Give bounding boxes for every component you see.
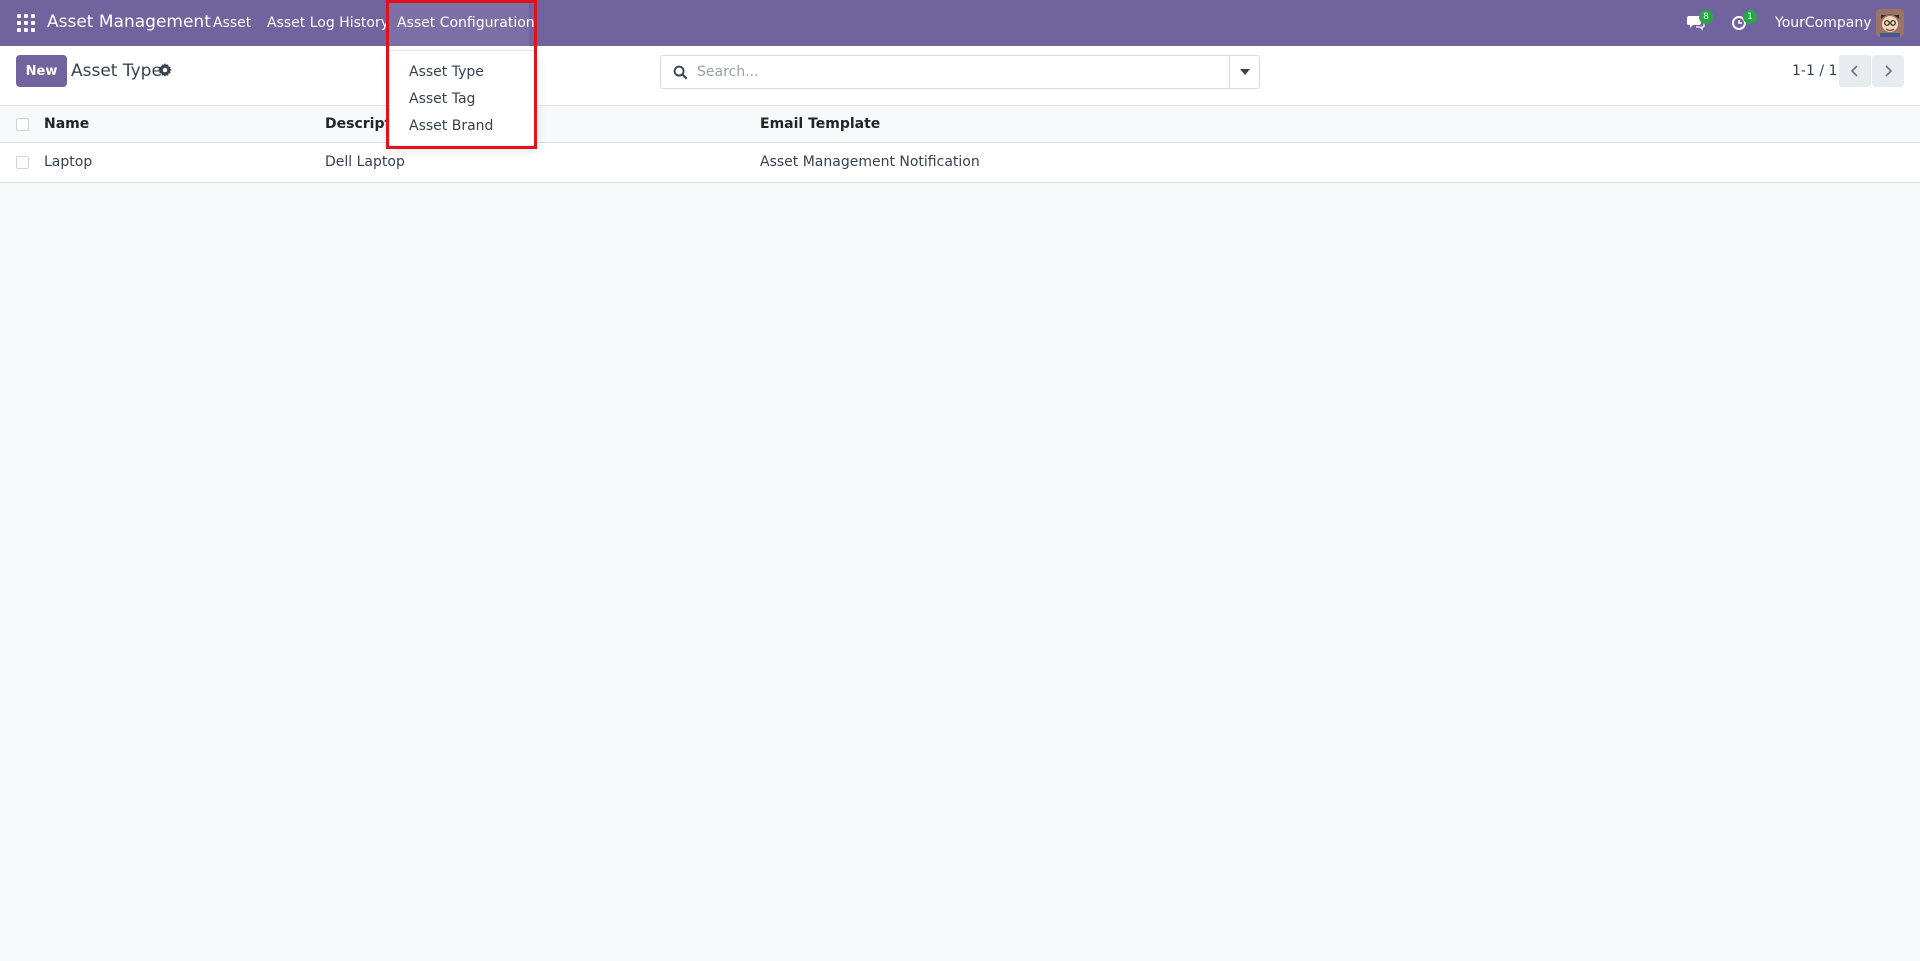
search-bar xyxy=(660,55,1260,89)
highlight-annotation xyxy=(386,0,537,149)
activities-badge: 1 xyxy=(1743,10,1757,24)
select-all-checkbox[interactable] xyxy=(16,118,29,131)
gear-icon[interactable] xyxy=(158,63,172,77)
control-panel: New Asset Type 1-1 / 1 xyxy=(0,46,1920,106)
menu-asset[interactable]: Asset xyxy=(213,15,251,31)
cell-name: Laptop xyxy=(44,154,93,170)
cell-description: Dell Laptop xyxy=(325,154,405,170)
table-row[interactable]: Laptop Dell Laptop Asset Management Noti… xyxy=(0,143,1920,183)
top-navbar: Asset Management Asset Asset Log History… xyxy=(0,0,1920,46)
avatar-image xyxy=(1876,9,1904,37)
apps-grid-icon[interactable] xyxy=(17,14,35,32)
search-options-toggle[interactable] xyxy=(1229,56,1259,88)
new-button[interactable]: New xyxy=(16,55,67,87)
column-header-email-template[interactable]: Email Template xyxy=(760,116,880,132)
pager-next-button[interactable] xyxy=(1872,55,1904,87)
app-title[interactable]: Asset Management xyxy=(47,12,211,32)
page-title: Asset Type xyxy=(71,61,162,81)
list-view-table: Name Description Email Template Laptop D… xyxy=(0,107,1920,183)
messages-button[interactable]: 8 xyxy=(1687,10,1713,33)
search-input[interactable] xyxy=(697,56,1217,88)
chevron-right-icon xyxy=(1885,65,1893,77)
messages-badge: 8 xyxy=(1699,10,1713,24)
activities-button[interactable]: 1 xyxy=(1731,10,1757,33)
menu-asset-log-history[interactable]: Asset Log History xyxy=(267,15,389,31)
caret-down-icon xyxy=(1239,69,1250,75)
table-header: Name Description Email Template xyxy=(0,107,1920,143)
search-icon xyxy=(673,65,688,80)
column-header-name[interactable]: Name xyxy=(44,116,89,132)
user-avatar[interactable] xyxy=(1876,9,1904,37)
company-switcher[interactable]: YourCompany xyxy=(1775,15,1872,31)
row-checkbox[interactable] xyxy=(16,156,29,169)
pager-previous-button[interactable] xyxy=(1839,55,1871,87)
chevron-left-icon xyxy=(1850,65,1858,77)
pager-value[interactable]: 1-1 / 1 xyxy=(1792,63,1837,79)
cell-email-template: Asset Management Notification xyxy=(760,154,980,170)
